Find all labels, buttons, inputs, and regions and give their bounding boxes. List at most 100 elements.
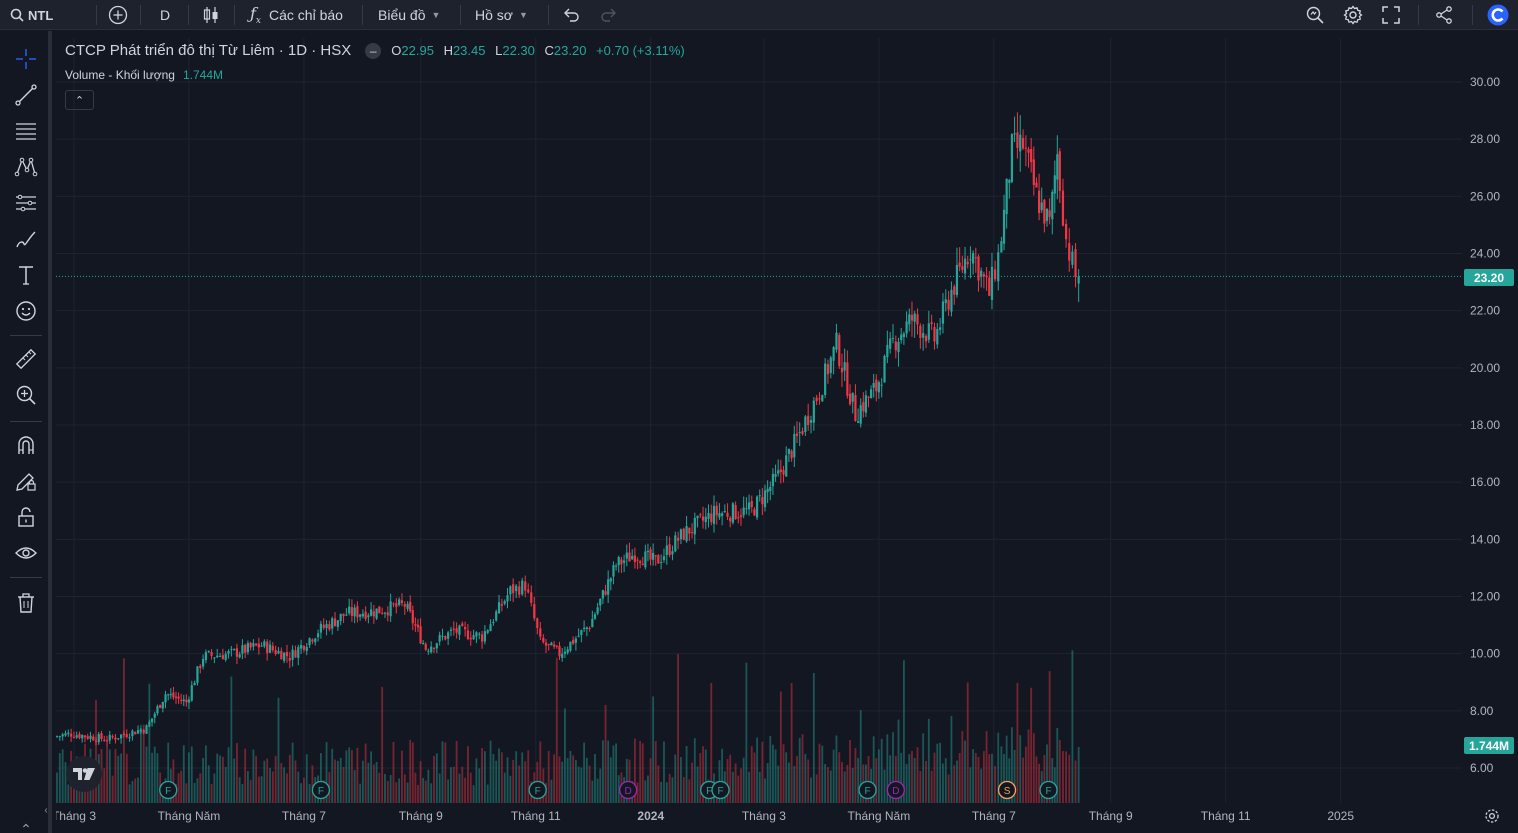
trend-line-tool-button[interactable]	[12, 81, 40, 109]
undo-button[interactable]	[562, 0, 580, 30]
candle-body	[122, 733, 126, 735]
more-tools-button[interactable]: ⌃	[12, 815, 40, 833]
volume-value: 1.744M	[182, 68, 223, 82]
candle-body	[361, 613, 364, 617]
event-marker[interactable]: D	[886, 780, 905, 800]
volume-bar	[961, 731, 964, 803]
candle-body	[506, 595, 509, 602]
candle-body	[190, 685, 193, 701]
candle-body	[150, 718, 154, 723]
remove-drawings-button[interactable]	[12, 589, 40, 617]
volume-bar	[644, 780, 647, 803]
candle-body	[164, 694, 167, 703]
brush-tool-button[interactable]	[12, 225, 40, 253]
candle-body	[864, 395, 868, 413]
zoom-tool-button[interactable]	[12, 381, 40, 409]
event-marker[interactable]: D	[619, 780, 638, 800]
price-axis[interactable]: 30.00 28.00 26.00 24.00 22.00 20.00 18.00 16.00…	[1462, 38, 1518, 803]
event-marker[interactable]: F	[528, 780, 547, 800]
pattern-icon	[14, 157, 38, 177]
volume-title[interactable]: Volume - Khối lượng	[65, 68, 175, 82]
forecast-tool-button[interactable]	[12, 189, 40, 217]
volume-bar	[1074, 760, 1077, 803]
volume-bar	[348, 747, 351, 803]
fib-tool-button[interactable]	[12, 117, 40, 145]
share-button[interactable]	[1434, 0, 1454, 30]
candle-body	[731, 503, 735, 523]
candle-body	[985, 275, 988, 278]
settings-button[interactable]	[1343, 0, 1363, 30]
candle-body	[503, 600, 506, 604]
measure-tool-button[interactable]	[12, 345, 40, 373]
candle-body	[182, 699, 185, 702]
candle-body	[580, 630, 583, 636]
magnet-tool-button[interactable]	[12, 431, 40, 459]
interval-button[interactable]: D	[160, 0, 170, 30]
fullscreen-button[interactable]	[1382, 0, 1400, 30]
emoji-tool-button[interactable]	[12, 297, 40, 325]
event-marker[interactable]: F	[1039, 780, 1058, 800]
volume-bar	[1062, 751, 1064, 803]
candle-body	[848, 393, 852, 405]
compare-button[interactable]	[108, 0, 128, 30]
tradingview-logo[interactable]	[66, 756, 102, 792]
volume-bar	[639, 740, 642, 803]
brand-logo-icon	[1487, 4, 1509, 26]
volume-bar	[942, 763, 944, 803]
chart-type-button[interactable]	[202, 0, 220, 30]
volume-bar	[527, 750, 530, 803]
symbol-search-button[interactable]: NTL	[10, 0, 53, 30]
brand-logo-button[interactable]	[1487, 0, 1509, 30]
collapse-toolbar-button[interactable]: ‹	[40, 796, 52, 824]
candle-body	[787, 448, 791, 454]
price-chart[interactable]: FFFDFFFDSF	[56, 38, 1462, 803]
toolbar-divider	[1418, 5, 1419, 25]
stay-drawing-tool-button[interactable]	[12, 467, 40, 495]
collapse-legend-button[interactable]: ⌃	[65, 90, 94, 110]
volume-bar	[249, 780, 252, 803]
pattern-tool-button[interactable]	[12, 153, 40, 181]
candle-body	[641, 563, 644, 566]
quick-search-button[interactable]	[1305, 0, 1325, 30]
event-marker[interactable]: S	[997, 780, 1017, 800]
chart-settings-button[interactable]	[1482, 806, 1502, 826]
redo-button[interactable]	[600, 0, 618, 30]
indicators-button[interactable]: ƒx Các chỉ báo	[250, 0, 343, 30]
toolbar-divider	[10, 335, 42, 336]
volume-bar	[966, 682, 969, 803]
profile-menu-button[interactable]: Hồ sơ ▼	[475, 0, 528, 30]
chart-menu-button[interactable]: Biểu đồ ▼	[378, 0, 440, 30]
candle-body	[316, 633, 320, 638]
time-axis[interactable]: Tháng 3 Tháng Năm Tháng 7 Tháng 9 Tháng 11 20…	[56, 803, 1462, 833]
volume-bar	[177, 773, 180, 803]
candle-body	[533, 604, 536, 619]
volume-bar	[359, 783, 362, 803]
volume-bar	[696, 766, 699, 803]
price-tick-label: 24.00	[1470, 247, 1500, 261]
crosshair-tool-button[interactable]	[12, 45, 40, 73]
candle-body	[793, 434, 796, 458]
candle-body	[216, 655, 219, 658]
legend-toggle-icon[interactable]: –	[365, 42, 382, 59]
event-marker[interactable]: F	[858, 780, 877, 800]
event-marker[interactable]: F	[311, 780, 331, 800]
candle-body	[1024, 147, 1027, 149]
volume-bar	[185, 783, 188, 803]
text-icon	[19, 266, 33, 285]
candle-body	[441, 635, 444, 637]
series-legend: CTCP Phát triển đô thị Từ Liêm · 1D · HS…	[65, 42, 691, 59]
candle-body	[128, 737, 131, 739]
candle-body	[461, 623, 464, 627]
crosshair-icon	[16, 49, 36, 69]
volume-bar	[1077, 747, 1080, 803]
undo-icon	[564, 8, 579, 22]
volume-bar	[604, 704, 607, 803]
lock-drawings-button[interactable]	[12, 503, 40, 531]
text-tool-button[interactable]	[12, 261, 40, 289]
series-title[interactable]: CTCP Phát triển đô thị Từ Liêm · 1D · HS…	[65, 42, 351, 59]
time-tick-label: Tháng Năm	[158, 809, 221, 823]
volume-bar	[933, 752, 936, 803]
hide-drawings-button[interactable]	[12, 539, 40, 567]
event-marker[interactable]: F	[711, 780, 730, 800]
event-marker[interactable]: F	[159, 780, 178, 800]
